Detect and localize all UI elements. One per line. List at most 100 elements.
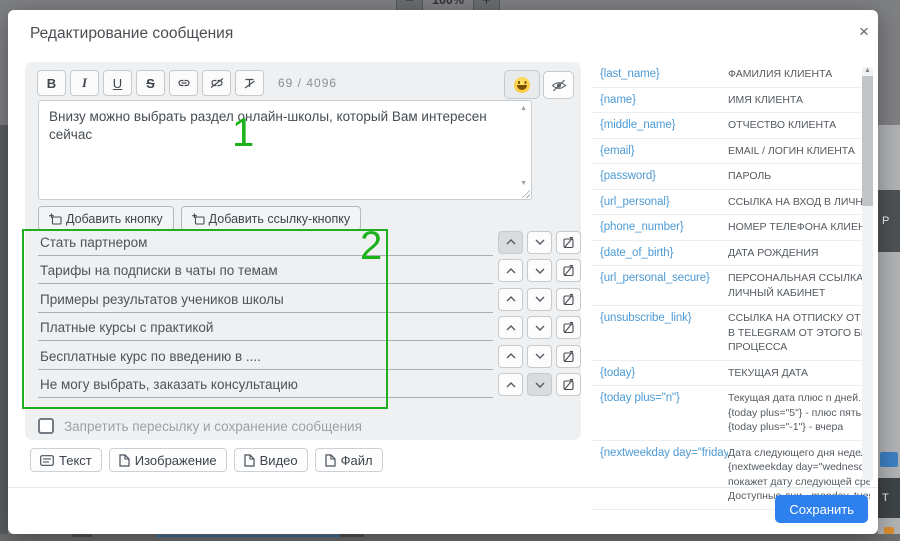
move-up-button[interactable]: [498, 231, 523, 254]
preview-toggle-button[interactable]: [543, 71, 574, 99]
move-up-button[interactable]: [498, 345, 523, 368]
scroll-up-icon[interactable]: ▲: [862, 67, 873, 74]
variable-link[interactable]: {middle_name}: [600, 118, 728, 133]
variable-row: {password} ПАРОЛЬ: [592, 164, 870, 190]
variable-row: {url_personal} ССЫЛКА НА ВХОД В ЛИЧНЫЙ К…: [592, 190, 870, 216]
delete-row-button[interactable]: [556, 316, 581, 339]
delete-row-button[interactable]: [556, 373, 581, 396]
variable-link[interactable]: {today plus="n"}: [600, 391, 728, 435]
variable-link[interactable]: {email}: [600, 144, 728, 159]
file-icon: [325, 454, 336, 467]
delete-icon: [562, 378, 575, 391]
variable-row: {today plus="n"} Текущая дата плюс n дне…: [592, 386, 870, 441]
chevron-up-icon: [506, 382, 516, 388]
tab-video-label: Видео: [260, 453, 298, 468]
annotation-label-1: 1: [232, 113, 254, 153]
variable-link[interactable]: {date_of_birth}: [600, 246, 728, 261]
delete-row-button[interactable]: [556, 288, 581, 311]
scroll-down-icon[interactable]: ▼: [520, 180, 527, 187]
variable-row: {unsubscribe_link} ССЫЛКА НА ОТПИСКУ ОТ …: [592, 306, 870, 361]
footer-divider: [8, 487, 878, 488]
add-button-label: Добавить кнопку: [66, 212, 163, 226]
background-fragment-text: Р: [882, 215, 889, 227]
variable-link[interactable]: {name}: [600, 93, 728, 108]
background-bottom-strip: [0, 534, 900, 541]
clear-format-button[interactable]: [235, 70, 264, 96]
zoom-level-label: 100%: [432, 0, 464, 7]
tab-video[interactable]: Видео: [234, 448, 308, 472]
chevron-down-icon: [535, 382, 545, 388]
background-left-strip: [0, 125, 8, 541]
resize-grip[interactable]: [520, 188, 530, 198]
move-down-button[interactable]: [527, 231, 552, 254]
move-down-button[interactable]: [527, 259, 552, 282]
underline-button[interactable]: U: [103, 70, 132, 96]
scroll-up-icon[interactable]: ▲: [520, 105, 527, 112]
chevron-up-icon: [506, 268, 516, 274]
tab-image[interactable]: Изображение: [109, 448, 227, 472]
unlink-button[interactable]: [202, 70, 231, 96]
tab-text-label: Текст: [59, 453, 92, 468]
variable-link[interactable]: {password}: [600, 169, 728, 184]
save-button[interactable]: Сохранить: [775, 495, 868, 523]
move-down-button[interactable]: [527, 316, 552, 339]
emoji-picker-button[interactable]: [504, 70, 540, 99]
variable-description: ССЫЛКА НА ВХОД В ЛИЧНЫЙ КА: [728, 195, 870, 210]
move-up-button[interactable]: [498, 288, 523, 311]
clear-format-icon: [243, 77, 256, 89]
tab-file[interactable]: Файл: [315, 448, 383, 472]
variable-link[interactable]: {last_name}: [600, 67, 728, 82]
chevron-down-icon: [535, 268, 545, 274]
variable-row: {today} ТЕКУЩАЯ ДАТА: [592, 361, 870, 387]
variable-link[interactable]: {today}: [600, 366, 728, 381]
background-node-fragment: Р: [878, 190, 900, 252]
delete-row-button[interactable]: [556, 259, 581, 282]
move-down-button[interactable]: [527, 288, 552, 311]
bold-button[interactable]: B: [37, 70, 66, 96]
add-link-button-icon: [192, 213, 205, 225]
move-up-button[interactable]: [498, 316, 523, 339]
move-up-button[interactable]: [498, 259, 523, 282]
variable-description: ИМЯ КЛИЕНТА: [728, 93, 870, 108]
background-fragment-text: Т: [882, 492, 889, 504]
smiley-emoji-icon: [514, 77, 530, 93]
variable-link[interactable]: {unsubscribe_link}: [600, 311, 728, 355]
background-fragment: [72, 534, 92, 537]
strikethrough-button[interactable]: S: [136, 70, 165, 96]
message-text-input[interactable]: Внизу можно выбрать раздел онлайн-школы,…: [38, 100, 532, 200]
delete-row-button[interactable]: [556, 345, 581, 368]
chevron-up-icon: [506, 353, 516, 359]
italic-button[interactable]: I: [70, 70, 99, 96]
delete-icon: [562, 264, 575, 277]
move-up-button[interactable]: [498, 373, 523, 396]
variable-description: ССЫЛКА НА ОТПИСКУ ОТ СООБ В TELEGRAM ОТ …: [728, 311, 870, 355]
variable-row: {url_personal_secure} ПЕРСОНАЛЬНАЯ ССЫЛК…: [592, 266, 870, 306]
forbid-forwarding-checkbox[interactable]: [38, 418, 54, 434]
move-down-button[interactable]: [527, 373, 552, 396]
link-button[interactable]: [169, 70, 198, 96]
variable-link[interactable]: {nextweekday day="friday"}: [600, 446, 728, 504]
zoom-out-icon: −: [405, 0, 414, 9]
add-link-button-label: Добавить ссылку-кнопку: [209, 212, 350, 226]
delete-row-button[interactable]: [556, 231, 581, 254]
tab-file-label: Файл: [341, 453, 373, 468]
variables-scrollbar[interactable]: ▲: [862, 67, 873, 480]
variable-description: EMAIL / ЛОГИН КЛИЕНТА: [728, 144, 870, 159]
background-orange-fragment: [884, 527, 894, 534]
zoom-in-icon: +: [482, 0, 491, 9]
tab-text[interactable]: Текст: [30, 448, 102, 472]
close-icon[interactable]: ×: [854, 22, 874, 42]
scrollbar-thumb[interactable]: [862, 76, 873, 206]
delete-icon: [562, 321, 575, 334]
variable-link[interactable]: {url_personal}: [600, 195, 728, 210]
variable-link[interactable]: {url_personal_secure}: [600, 271, 728, 300]
file-icon: [244, 454, 255, 467]
add-button-icon: [49, 213, 62, 225]
char-counter: 69 / 4096: [278, 76, 337, 90]
variable-link[interactable]: {phone_number}: [600, 220, 728, 235]
variable-description: ПЕРСОНАЛЬНАЯ ССЫЛКА НА ВХ ЛИЧНЫЙ КАБИНЕТ: [728, 271, 870, 300]
move-down-button[interactable]: [527, 345, 552, 368]
chevron-down-icon: [535, 239, 545, 245]
forbid-forwarding-row: Запретить пересылку и сохранение сообщен…: [38, 418, 362, 434]
variable-row: {last_name} ФАМИЛИЯ КЛИЕНТА: [592, 62, 870, 88]
